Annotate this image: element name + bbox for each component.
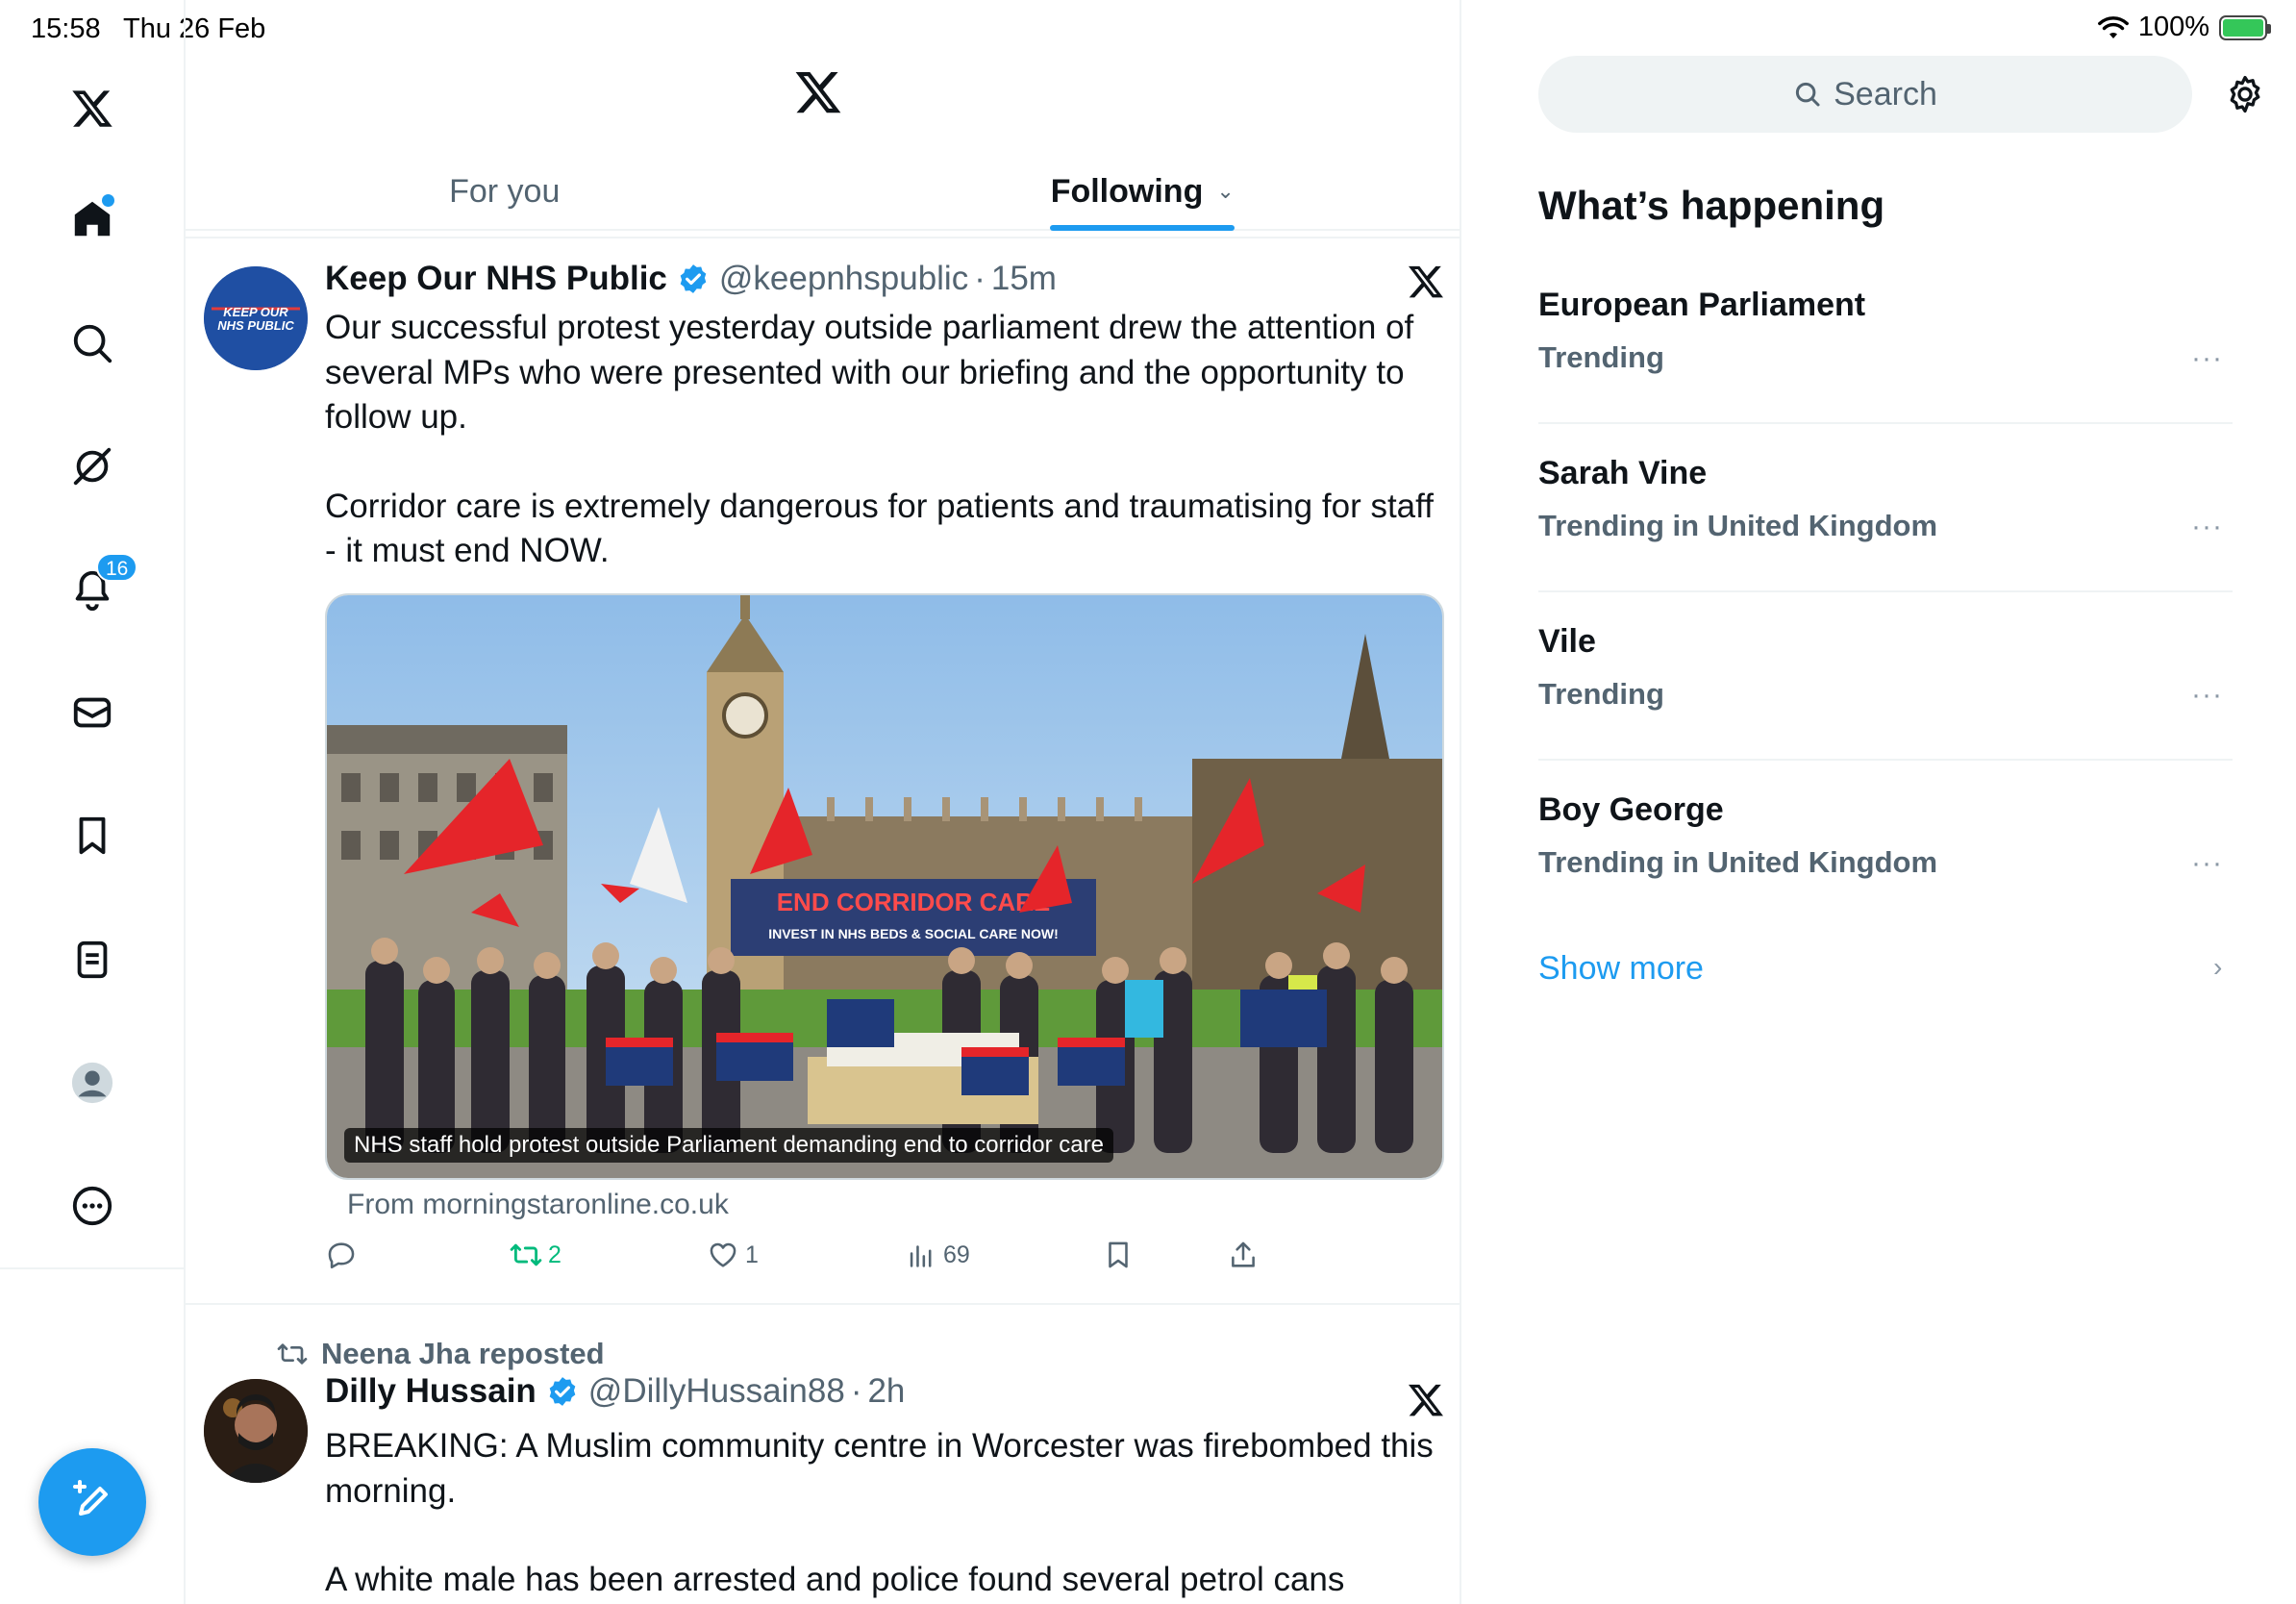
trend-context: Trending in United Kingdom bbox=[1538, 509, 1938, 542]
trend-item[interactable]: European Parliament Trending ··· bbox=[1538, 256, 2233, 424]
repost-count: 2 bbox=[548, 1241, 562, 1268]
trend-more-icon[interactable]: ··· bbox=[2191, 342, 2223, 375]
compose-icon bbox=[73, 1480, 108, 1516]
banner-text: END CORRIDOR CARE bbox=[777, 888, 1051, 916]
repost-by[interactable]: Neena Jha reposted bbox=[321, 1337, 605, 1371]
nav-divider bbox=[0, 1267, 186, 1269]
reply-button[interactable] bbox=[325, 1239, 363, 1271]
share-button[interactable] bbox=[1227, 1239, 1260, 1271]
author-handle[interactable]: @keepnhspublic bbox=[719, 260, 968, 298]
repost-icon bbox=[277, 1343, 308, 1365]
avatar[interactable]: KEEP OUR NHS PUBLIC bbox=[204, 266, 308, 370]
messages-icon[interactable] bbox=[63, 684, 121, 741]
trend-more-icon[interactable]: ··· bbox=[2191, 679, 2223, 712]
trend-name: Vile bbox=[1538, 623, 1596, 660]
timeline-tabs: For you Following ⌄ bbox=[186, 154, 1460, 231]
tweet-time[interactable]: 15m bbox=[991, 260, 1057, 298]
tweet-paragraph: Our successful protest yesterday outside… bbox=[325, 309, 1414, 436]
tabs-divider bbox=[186, 237, 1460, 238]
tweet-text: BREAKING: A Muslim community centre in W… bbox=[325, 1424, 1445, 1604]
tweet-header: Dilly Hussain @DillyHussain88 · 2h bbox=[325, 1372, 905, 1411]
more-icon[interactable] bbox=[63, 1177, 121, 1235]
tweet-actions: 2 1 69 bbox=[325, 1239, 1383, 1281]
repost-icon bbox=[510, 1243, 542, 1266]
repost-context: Neena Jha reposted bbox=[277, 1337, 605, 1371]
notifications-badge: 16 bbox=[96, 553, 138, 582]
profile-icon[interactable] bbox=[63, 1054, 121, 1112]
tweet-text: Our successful protest yesterday outside… bbox=[325, 306, 1445, 574]
search-input[interactable]: Search bbox=[1538, 56, 2192, 133]
trend-context: Trending bbox=[1538, 677, 1664, 711]
main-timeline: For you Following ⌄ KEEP OUR NHS PUBLIC … bbox=[186, 0, 1461, 1604]
tab-following[interactable]: Following ⌄ bbox=[824, 154, 1460, 231]
svg-text:KEEP OUR: KEEP OUR bbox=[223, 305, 288, 319]
svg-text:NHS PUBLIC: NHS PUBLIC bbox=[217, 318, 294, 333]
new-posts-dot bbox=[102, 194, 114, 207]
tweet-paragraph: A white male has been arrested and polic… bbox=[325, 1561, 1345, 1598]
link-source[interactable]: From morningstaronline.co.uk bbox=[347, 1189, 729, 1221]
x-grok-icon[interactable] bbox=[1407, 263, 1445, 301]
trend-name: Boy George bbox=[1538, 791, 1724, 828]
active-tab-indicator bbox=[1050, 225, 1235, 231]
whats-happening-title: What’s happening bbox=[1538, 183, 1885, 228]
author-name[interactable]: Dilly Hussain bbox=[325, 1372, 537, 1411]
like-button[interactable]: 1 bbox=[707, 1239, 759, 1271]
views-count: 69 bbox=[943, 1241, 970, 1268]
reply-icon bbox=[328, 1242, 355, 1269]
protest-photo: END CORRIDOR CARE INVEST IN NHS BEDS & S… bbox=[327, 595, 1442, 1178]
share-icon bbox=[1232, 1241, 1255, 1267]
separator-dot: · bbox=[850, 1372, 862, 1410]
trend-item[interactable]: Vile Trending ··· bbox=[1538, 592, 2233, 761]
search-icon bbox=[1796, 82, 1820, 107]
verified-badge-icon bbox=[680, 264, 707, 293]
tab-for-you-label: For you bbox=[449, 172, 561, 210]
author-handle[interactable]: @DillyHussain88 bbox=[588, 1372, 845, 1411]
tab-for-you[interactable]: For you bbox=[186, 154, 824, 229]
right-sidebar: Search What’s happening European Parliam… bbox=[1461, 0, 2296, 1604]
trend-more-icon[interactable]: ··· bbox=[2191, 847, 2223, 880]
trend-name: European Parliament bbox=[1538, 287, 1866, 323]
repost-button[interactable]: 2 bbox=[510, 1239, 562, 1271]
tab-following-label: Following bbox=[1050, 172, 1204, 210]
tweet-paragraph: Corridor care is extremely dangerous for… bbox=[325, 487, 1434, 570]
trend-item[interactable]: Boy George Trending in United Kingdom ··… bbox=[1538, 761, 2233, 929]
x-grok-icon[interactable] bbox=[1407, 1381, 1445, 1419]
tweet-divider bbox=[186, 1303, 1460, 1305]
x-header-logo-icon bbox=[795, 71, 841, 113]
banner-subtext: INVEST IN NHS BEDS & SOCIAL CARE NOW! bbox=[768, 926, 1059, 941]
compose-post-button[interactable] bbox=[38, 1448, 146, 1556]
lists-icon[interactable] bbox=[63, 931, 121, 989]
tweet-media-image[interactable]: END CORRIDOR CARE INVEST IN NHS BEDS & S… bbox=[325, 593, 1444, 1180]
trend-item[interactable]: Sarah Vine Trending in United Kingdom ··… bbox=[1538, 424, 2233, 592]
bookmark-button[interactable] bbox=[1102, 1239, 1135, 1271]
show-more-link[interactable]: Show more bbox=[1538, 950, 1704, 988]
trend-context: Trending in United Kingdom bbox=[1538, 845, 1938, 879]
chevron-down-icon[interactable]: ⌄ bbox=[1216, 179, 1234, 204]
bookmark-icon[interactable] bbox=[63, 807, 121, 865]
trend-context: Trending bbox=[1538, 340, 1664, 374]
chevron-right-icon[interactable]: › bbox=[2213, 952, 2222, 983]
verified-badge-icon bbox=[549, 1377, 576, 1406]
grok-icon[interactable] bbox=[63, 438, 121, 495]
gear-icon[interactable] bbox=[2224, 73, 2266, 115]
tweet-time[interactable]: 2h bbox=[867, 1372, 905, 1411]
views-chart-icon bbox=[910, 1245, 932, 1267]
author-name[interactable]: Keep Our NHS Public bbox=[325, 260, 667, 298]
avatar[interactable] bbox=[204, 1379, 308, 1483]
search-icon[interactable] bbox=[63, 314, 121, 372]
search-placeholder: Search bbox=[1834, 75, 1937, 113]
separator-dot: · bbox=[974, 260, 986, 297]
notifications-icon[interactable]: 16 bbox=[63, 553, 138, 618]
x-logo-icon[interactable] bbox=[63, 80, 121, 138]
tweet-paragraph: BREAKING: A Muslim community centre in W… bbox=[325, 1427, 1434, 1510]
trend-more-icon[interactable]: ··· bbox=[2191, 511, 2223, 543]
views-button[interactable]: 69 bbox=[905, 1239, 970, 1271]
trend-name: Sarah Vine bbox=[1538, 455, 1708, 491]
heart-icon bbox=[710, 1242, 736, 1267]
bookmark-icon bbox=[1109, 1241, 1128, 1268]
tweet-header: Keep Our NHS Public @keepnhspublic · 15m bbox=[325, 260, 1057, 298]
home-icon[interactable] bbox=[63, 190, 121, 248]
like-count: 1 bbox=[745, 1241, 759, 1268]
media-caption: NHS staff hold protest outside Parliamen… bbox=[344, 1128, 1113, 1163]
